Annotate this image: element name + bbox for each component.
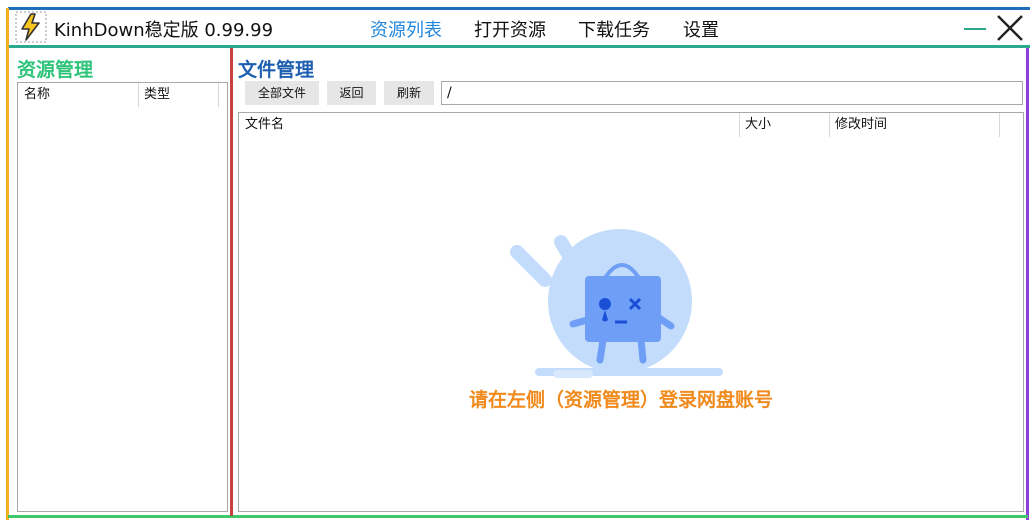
column-divider[interactable] — [218, 83, 219, 107]
column-header-name[interactable]: 名称 — [18, 83, 138, 107]
refresh-button[interactable]: 刷新 — [384, 81, 434, 105]
titlebar-divider — [8, 45, 1030, 48]
nav-settings[interactable]: 设置 — [683, 16, 719, 42]
path-input[interactable] — [441, 81, 1023, 105]
all-files-button[interactable]: 全部文件 — [245, 81, 319, 105]
nav-download-tasks[interactable]: 下载任务 — [578, 16, 650, 42]
resource-manager-title: 资源管理 — [17, 59, 94, 81]
column-header-filename[interactable]: 文件名 — [239, 113, 739, 137]
minimize-icon[interactable] — [962, 14, 988, 40]
column-header-type[interactable]: 类型 — [138, 83, 218, 107]
panel-splitter — [230, 48, 233, 516]
column-header-size[interactable]: 大小 — [739, 113, 829, 137]
resource-list[interactable]: 名称 类型 — [17, 82, 228, 512]
window-bottom-border — [8, 515, 1028, 518]
nav-open-resource[interactable]: 打开资源 — [474, 16, 546, 42]
window-top-border — [8, 7, 1030, 10]
empty-state-hint: 请在左侧（资源管理）登录网盘账号 — [468, 389, 773, 411]
empty-bag-illustration — [510, 229, 723, 378]
back-button[interactable]: 返回 — [327, 81, 376, 105]
window-right-border — [1026, 48, 1029, 520]
lightning-icon — [15, 11, 47, 43]
app-title: KinhDown稳定版 0.99.99 — [54, 20, 274, 41]
file-manager-title: 文件管理 — [238, 59, 315, 81]
close-icon[interactable] — [995, 13, 1025, 43]
nav-resource-list[interactable]: 资源列表 — [370, 16, 442, 42]
column-header-modified[interactable]: 修改时间 — [829, 113, 999, 137]
column-divider[interactable] — [999, 113, 1000, 137]
window-left-border — [6, 8, 9, 520]
